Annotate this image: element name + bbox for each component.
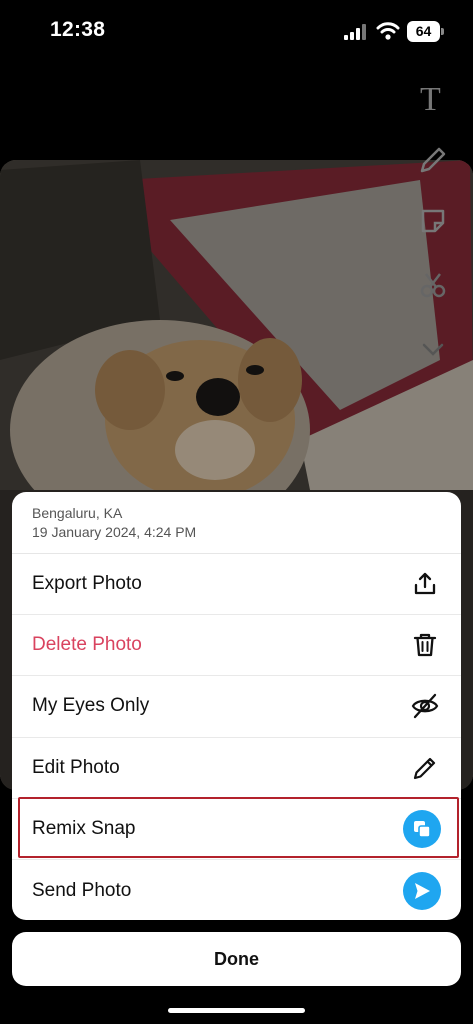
sticker-icon[interactable] bbox=[416, 204, 450, 238]
home-indicator bbox=[168, 1008, 305, 1013]
export-photo-button[interactable]: Export Photo bbox=[12, 554, 461, 616]
menu-label: Send Photo bbox=[32, 879, 132, 901]
scissors-icon[interactable] bbox=[416, 268, 450, 302]
text-tool-icon[interactable]: T bbox=[416, 80, 450, 118]
photo-date: 19 January 2024, 4:24 PM bbox=[32, 524, 197, 540]
status-time: 12:38 bbox=[50, 18, 106, 41]
menu-label: Export Photo bbox=[32, 573, 142, 595]
menu-label: Remix Snap bbox=[32, 817, 136, 839]
sheet-header: Bengaluru, KA 19 January 2024, 4:24 PM bbox=[12, 492, 461, 554]
trash-icon bbox=[411, 631, 439, 659]
pencil-icon[interactable] bbox=[416, 143, 450, 177]
eye-off-icon bbox=[411, 692, 439, 720]
remix-snap-button[interactable]: Remix Snap bbox=[12, 799, 461, 860]
menu-label: Edit Photo bbox=[32, 756, 120, 778]
export-icon bbox=[411, 570, 439, 598]
send-icon bbox=[403, 871, 441, 910]
menu-label: Delete Photo bbox=[32, 634, 142, 656]
chevron-down-icon[interactable] bbox=[416, 332, 450, 366]
menu-label: My Eyes Only bbox=[32, 695, 150, 717]
battery-indicator: 64 bbox=[407, 21, 444, 42]
photo-location: Bengaluru, KA bbox=[32, 505, 123, 521]
send-photo-button[interactable]: Send Photo bbox=[12, 860, 461, 920]
my-eyes-only-button[interactable]: My Eyes Only bbox=[12, 676, 461, 738]
signal-icon bbox=[344, 24, 366, 40]
remix-icon bbox=[403, 809, 441, 848]
delete-photo-button[interactable]: Delete Photo bbox=[12, 615, 461, 677]
pencil-icon bbox=[411, 754, 439, 782]
photo-actions-sheet: Bengaluru, KA 19 January 2024, 4:24 PM E… bbox=[12, 492, 461, 920]
edit-photo-button[interactable]: Edit Photo bbox=[12, 738, 461, 799]
status-bar: 12:38 64 bbox=[0, 0, 473, 62]
done-button[interactable]: Done bbox=[12, 932, 461, 986]
wifi-icon bbox=[376, 22, 400, 40]
svg-text:T: T bbox=[420, 81, 441, 114]
